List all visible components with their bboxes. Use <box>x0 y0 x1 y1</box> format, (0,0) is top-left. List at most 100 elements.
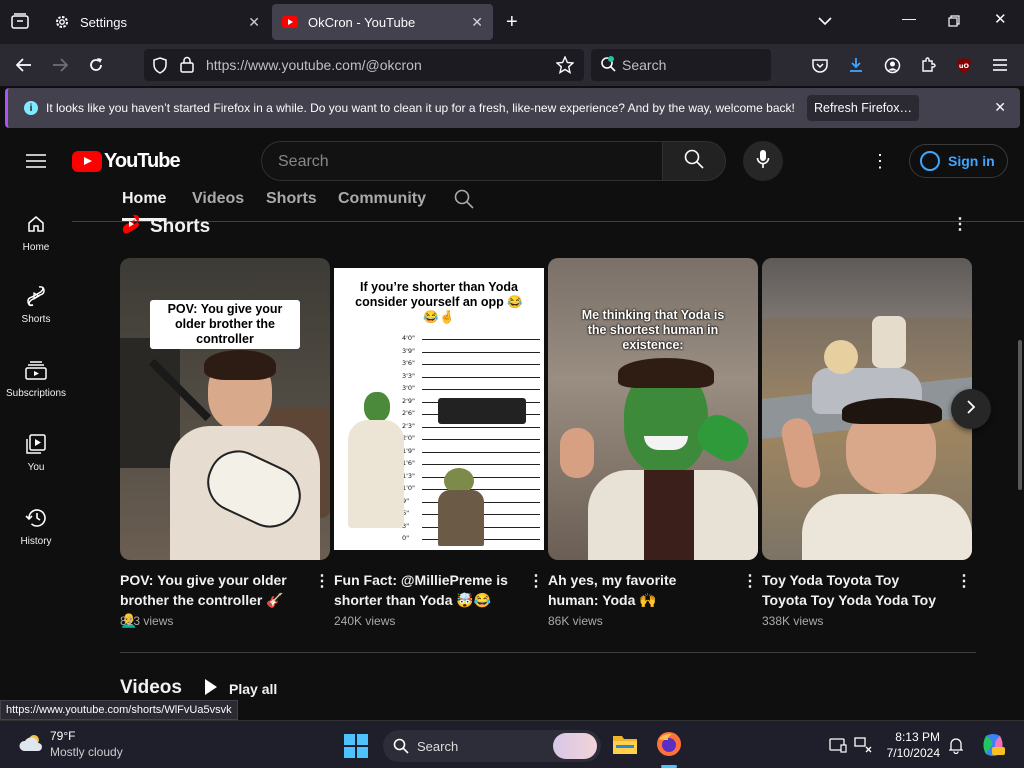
url-bar[interactable]: https://www.youtube.com/@okcron <box>144 49 584 81</box>
next-shorts-button[interactable] <box>951 389 991 429</box>
short-menu-icon[interactable]: ⋮ <box>314 571 330 591</box>
minimize-window-button[interactable]: — <box>902 10 916 26</box>
youtube-search-input[interactable]: Search <box>261 141 663 181</box>
list-all-tabs-icon[interactable] <box>818 13 832 31</box>
short-thumbnail[interactable]: Me thinking that Yoda is the shortest hu… <box>548 258 758 560</box>
browser-search-placeholder: Search <box>622 57 667 73</box>
short-thumbnail[interactable]: POV: You give your older brother the con… <box>120 258 330 560</box>
app-menu-icon[interactable] <box>990 55 1010 75</box>
bookmark-star-icon[interactable] <box>555 55 575 79</box>
height-label: 3'6" <box>402 359 416 367</box>
sidebar-item-label: You <box>27 462 45 473</box>
youtube-logo-text: YouTube <box>104 150 181 172</box>
sign-in-button[interactable]: Sign in <box>909 144 1008 178</box>
taskbar-search[interactable]: Search <box>383 730 601 762</box>
voice-search-button[interactable] <box>743 141 783 181</box>
play-all-button[interactable]: Play all <box>205 679 277 698</box>
weather-desc: Mostly cloudy <box>50 745 123 759</box>
shorts-icon <box>24 284 48 308</box>
short-thumbnail[interactable]: 4'0" 3'9" 3'6" 3'3" 3'0" 2'9" 2'6" 2'3" 2'0" 1'9"… <box>334 258 544 560</box>
short-views: 240K views <box>334 614 396 628</box>
tab-settings[interactable]: Settings ✕ <box>44 4 270 40</box>
chevron-right-icon <box>966 399 976 419</box>
browser-search-box[interactable]: Search <box>591 49 771 81</box>
refresh-firefox-button[interactable]: Refresh Firefox… <box>807 95 919 121</box>
tab-shorts[interactable]: Shorts <box>266 190 317 208</box>
tab-home[interactable]: Home <box>122 190 166 208</box>
short-title[interactable]: Ah yes, my favorite human: Yoda 🙌 <box>548 570 728 610</box>
file-explorer-icon[interactable] <box>612 733 638 760</box>
tab-list-icon[interactable] <box>11 13 29 29</box>
sign-in-label: Sign in <box>948 153 995 169</box>
lock-icon[interactable] <box>180 56 194 78</box>
height-mark: 3'6" <box>402 359 540 369</box>
extensions-icon[interactable] <box>918 55 938 75</box>
tab-label: Settings <box>80 14 127 30</box>
link-status-url: https://www.youtube.com/shorts/WlFvUa5vs… <box>0 700 238 720</box>
thumbnail-image <box>438 490 484 546</box>
home-icon <box>24 212 48 236</box>
height-line <box>422 339 540 340</box>
youtube-search-placeholder: Search <box>278 153 329 170</box>
youtube-play-icon <box>72 151 102 172</box>
notification-bell-icon[interactable] <box>948 736 964 759</box>
shield-icon[interactable] <box>152 57 168 79</box>
sidebar-item-history[interactable]: History <box>0 506 72 547</box>
system-clock[interactable]: 8:13 PM 7/10/2024 <box>880 729 940 761</box>
scrollbar-thumb[interactable] <box>1018 340 1022 490</box>
pocket-icon[interactable] <box>810 55 830 75</box>
account-icon[interactable] <box>882 55 902 75</box>
shorts-menu-icon[interactable]: ⋮ <box>952 214 968 234</box>
reload-button[interactable] <box>86 55 106 75</box>
height-label: 2'6" <box>402 409 416 417</box>
youtube-logo[interactable]: YouTube <box>72 150 181 173</box>
short-title[interactable]: Toy Yoda Toyota Toy Toyota Toy Yoda Yoda… <box>762 570 942 610</box>
network-icon[interactable] <box>854 737 872 758</box>
close-tab-icon[interactable]: ✕ <box>248 14 260 31</box>
channel-search-icon[interactable] <box>454 189 474 214</box>
short-overlay-text: POV: You give your older brother the con… <box>120 300 330 349</box>
browser-nav-bar: https://www.youtube.com/@okcron Search u… <box>0 44 1024 86</box>
sidebar-item-shorts[interactable]: Shorts <box>0 284 72 325</box>
height-line <box>422 389 540 390</box>
sidebar-item-home[interactable]: Home <box>0 212 72 253</box>
weather-temp: 79°F <box>50 729 76 743</box>
forward-button[interactable] <box>50 55 70 75</box>
thumbnail-image <box>560 428 594 478</box>
sidebar-item-subscriptions[interactable]: Subscriptions <box>0 358 72 399</box>
short-menu-icon[interactable]: ⋮ <box>528 571 544 591</box>
downloads-icon[interactable] <box>846 55 866 75</box>
youtube-search-button[interactable] <box>662 141 726 181</box>
close-notification-icon[interactable]: ✕ <box>994 99 1006 116</box>
copilot-icon[interactable] <box>980 732 1006 763</box>
height-label: 4'0" <box>402 334 416 342</box>
guide-menu-icon[interactable] <box>26 153 46 174</box>
sidebar-item-you[interactable]: You <box>0 432 72 473</box>
ublock-origin-icon[interactable]: uO <box>954 55 974 75</box>
firefox-taskbar-icon[interactable] <box>656 731 682 762</box>
overlay-caption: POV: You give your older brother the con… <box>150 300 300 349</box>
close-tab-icon[interactable]: ✕ <box>471 14 483 31</box>
back-button[interactable] <box>14 55 34 75</box>
height-label: 3'9" <box>402 346 416 355</box>
tab-youtube[interactable]: OkCron - YouTube ✕ <box>272 4 493 40</box>
tab-community[interactable]: Community <box>338 190 426 208</box>
new-tab-button[interactable]: + <box>506 11 518 34</box>
close-window-button[interactable]: ✕ <box>994 10 1007 28</box>
short-menu-icon[interactable]: ⋮ <box>742 571 758 591</box>
height-line <box>422 489 540 490</box>
settings-menu-icon[interactable]: ⋮ <box>870 150 890 172</box>
short-title[interactable]: Fun Fact: @MilliePreme is shorter than Y… <box>334 570 514 610</box>
maximize-window-button[interactable] <box>948 14 960 30</box>
height-line <box>422 376 540 378</box>
windows-start-icon[interactable] <box>344 734 368 763</box>
tab-videos[interactable]: Videos <box>192 190 244 208</box>
youtube-icon <box>282 14 298 30</box>
thumbnail-image <box>204 350 276 380</box>
tab-label: OkCron - YouTube <box>308 14 416 30</box>
short-menu-icon[interactable]: ⋮ <box>956 571 972 591</box>
history-icon <box>24 506 48 530</box>
shorts-logo-icon <box>122 214 140 240</box>
short-thumbnail[interactable] <box>762 258 972 560</box>
clipboard-icon[interactable] <box>829 737 847 758</box>
